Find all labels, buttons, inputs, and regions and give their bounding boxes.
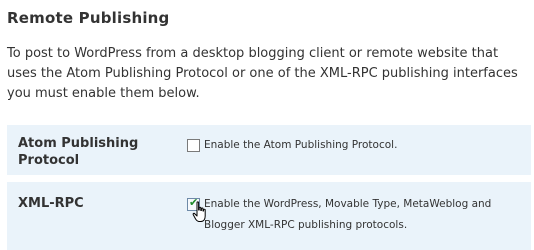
- hand-pointer-icon: [192, 201, 206, 222]
- xmlrpc-option[interactable]: ✔ Enable the WordPress, Movable Type, Me…: [187, 194, 517, 236]
- atom-option-label[interactable]: Enable the Atom Publishing Protocol.: [187, 135, 397, 156]
- setting-row-atom: Atom Publishing Protocol Enable the Atom…: [7, 125, 531, 175]
- atom-checkbox[interactable]: [187, 139, 200, 152]
- setting-label-xmlrpc: XML-RPC: [18, 196, 84, 211]
- page-title: Remote Publishing: [7, 9, 170, 27]
- setting-row-xmlrpc: XML-RPC ✔ Enable the WordPress, Movable …: [7, 182, 531, 250]
- atom-option[interactable]: Enable the Atom Publishing Protocol.: [187, 135, 397, 156]
- section-description: To post to WordPress from a desktop blog…: [7, 46, 518, 101]
- xmlrpc-option-label[interactable]: Enable the WordPress, Movable Type, Meta…: [187, 194, 517, 236]
- setting-label-atom: Atom Publishing Protocol: [18, 136, 139, 168]
